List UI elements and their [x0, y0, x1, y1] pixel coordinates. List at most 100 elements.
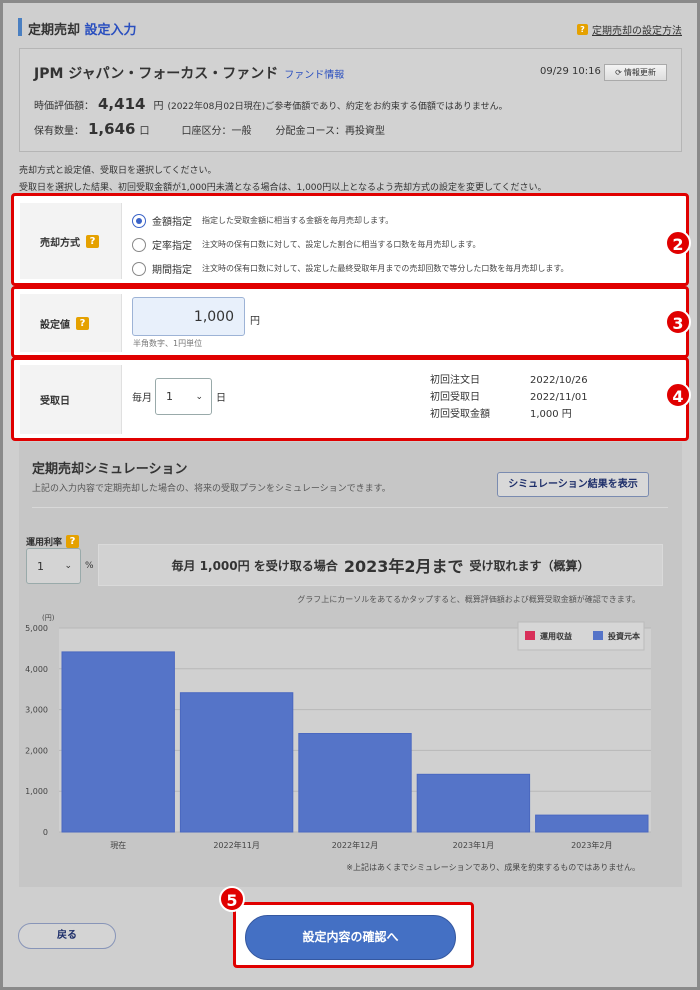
title-accent	[18, 18, 22, 36]
fund-name: JPM ジャパン・フォーカス・ファンド	[34, 66, 279, 82]
info-key: 初回注文日	[430, 375, 480, 386]
help-icon[interactable]: ?	[86, 234, 99, 248]
amount-hint: 半角数字、1円単位	[133, 339, 203, 348]
rate-value: 1	[37, 559, 44, 573]
instruction-2: 受取日を選択した結果、初回受取金額が1,000円未満となる場合は、1,000円以…	[19, 183, 547, 193]
radio-icon[interactable]	[132, 261, 146, 276]
day-unit: 日	[216, 393, 226, 404]
y-tick-label: 2,000	[25, 746, 48, 755]
step-badge-3: 3	[665, 309, 691, 335]
amount-label: 設定値	[40, 319, 70, 331]
radio-desc: 注文時の保有口数に対して、設定した最終受取年月までの売却回数で等分した口数を毎月…	[202, 264, 569, 273]
rate-unit: %	[85, 561, 94, 571]
radio-label: 定率指定	[152, 241, 192, 252]
amount-unit: 円	[250, 316, 260, 327]
help-link[interactable]: ? 定期売却の設定方法	[577, 22, 682, 37]
sale-method-label: 売却方式	[40, 237, 80, 249]
radio-rate[interactable]: 定率指定 注文時の保有口数に対して、設定した割合に相当する口数を毎月売却します。	[132, 237, 481, 252]
help-icon[interactable]: ?	[66, 535, 80, 548]
page-title: 定期売却 設定入力	[28, 19, 137, 38]
bar-投資元本	[298, 733, 412, 833]
step-badge-5: 5	[219, 886, 245, 912]
receive-date-label: 受取日	[40, 396, 70, 407]
info-key: 初回受取金額	[430, 409, 490, 420]
value-label: 時価評価額：	[34, 101, 94, 112]
day-value: 1	[166, 390, 173, 403]
chevron-down-icon: ⌄	[64, 561, 72, 571]
account-type: 口座区分：一般	[181, 126, 252, 137]
page-subtitle: 設定入力	[84, 23, 137, 38]
page-title-main: 定期売却	[28, 23, 81, 38]
amount-input[interactable]: 1,000	[132, 297, 245, 336]
dividend-course: 分配金コース：再投資型	[275, 126, 385, 137]
x-tick-label: 現在	[110, 840, 126, 850]
radio-label: 金額指定	[152, 217, 192, 228]
value-unit: 円	[153, 101, 164, 112]
radio-icon[interactable]	[132, 237, 146, 252]
radio-icon-selected[interactable]	[132, 213, 146, 228]
timestamp: 09/29 10:16	[540, 66, 601, 77]
x-tick-label: 2022年12月	[332, 840, 379, 850]
x-tick-label: 2022年11月	[213, 840, 260, 850]
holding-qty: 1,646	[88, 120, 136, 138]
rate-label: 運用利率	[26, 538, 63, 548]
x-tick-label: 2023年1月	[453, 840, 494, 850]
bar-投資元本	[179, 692, 294, 833]
radio-desc: 注文時の保有口数に対して、設定した割合に相当する口数を毎月売却します。	[202, 240, 481, 249]
rate-select[interactable]: 1 ⌄	[26, 548, 81, 584]
bar-投資元本	[61, 651, 175, 833]
result-prefix: 毎月 1,000円 を受け取る場合	[171, 558, 338, 573]
radio-label: 期間指定	[152, 265, 192, 276]
holding-unit: 口	[139, 126, 150, 137]
divider	[32, 507, 668, 508]
market-value: 4,414	[98, 95, 146, 113]
radio-period[interactable]: 期間指定 注文時の保有口数に対して、設定した最終受取年月までの売却回数で等分した口…	[132, 261, 569, 276]
simulation-title: 定期売却シミュレーション	[32, 462, 188, 477]
back-button[interactable]: 戻る	[18, 923, 116, 949]
disclaimer: ※上記はあくまでシミュレーションであり、成果を約束するものではありません。	[346, 863, 640, 872]
chevron-down-icon: ⌄	[195, 391, 203, 402]
y-tick-label: 5,000	[25, 624, 48, 633]
radio-desc: 指定した受取金額に相当する金額を毎月売却します。	[202, 216, 394, 225]
radio-amount[interactable]: 金額指定 指定した受取金額に相当する金額を毎月売却します。	[132, 213, 393, 228]
info-value: 2022/10/26	[530, 375, 588, 386]
every-month-label: 毎月	[132, 393, 152, 404]
bar-投資元本	[416, 773, 531, 833]
first-receive-info: 初回注文日 2022/10/26 初回受取日 2022/11/01 初回受取金額 1,…	[430, 372, 588, 423]
amount-section: 設定値?	[11, 286, 689, 358]
result-end-date: 2023年2月まで	[343, 557, 464, 576]
holding-label: 保有数量：	[34, 126, 84, 137]
y-unit-label: (円)	[42, 614, 55, 622]
fund-info-link[interactable]: ファンド情報	[284, 66, 344, 81]
legend-label: 運用収益	[540, 631, 572, 641]
instruction-1: 売却方式と設定値、受取日を選択してください。	[19, 166, 217, 176]
y-tick-label: 4,000	[25, 665, 48, 674]
info-value: 2022/11/01	[530, 392, 588, 403]
day-select[interactable]: 1 ⌄	[155, 378, 212, 415]
x-tick-label: 2023年2月	[571, 840, 612, 850]
result-suffix: 受け取れます（概算）	[469, 558, 590, 573]
bar-投資元本	[535, 814, 649, 833]
refresh-button[interactable]: ⟳ 情報更新	[604, 64, 667, 81]
y-tick-label: 1,000	[25, 787, 48, 796]
show-simulation-button[interactable]: シミュレーション結果を表示	[497, 472, 649, 497]
refresh-icon: ⟳	[615, 68, 622, 77]
legend-swatch	[525, 631, 535, 640]
simulation-result: 毎月 1,000円 を受け取る場合 2023年2月まで 受け取れます（概算）	[98, 544, 663, 586]
y-tick-label: 3,000	[25, 706, 48, 715]
confirm-button[interactable]: 設定内容の確認へ	[245, 915, 456, 960]
info-key: 初回受取日	[430, 392, 480, 403]
y-tick-label: 0	[43, 828, 48, 837]
step-badge-4: 4	[665, 382, 691, 408]
step-badge-2: 2	[665, 230, 691, 256]
legend-label: 投資元本	[608, 631, 640, 641]
legend-swatch	[593, 631, 603, 640]
help-icon[interactable]: ?	[76, 316, 89, 330]
simulation-chart[interactable]: 0 1,000 2,000 3,000 4,000 5,000 (円) 現在 2022年11月 2…	[0, 600, 700, 880]
info-value: 1,000 円	[530, 409, 572, 420]
fund-box: JPM ジャパン・フォーカス・ファンド ファンド情報 09/29 10:16 ⟳…	[19, 48, 682, 152]
help-icon: ?	[577, 24, 588, 35]
refresh-label: 情報更新	[623, 68, 656, 77]
simulation-desc: 上記の入力内容で定期売却した場合の、将来の受取プランをシミュレーションできます。	[32, 484, 391, 494]
value-note: (2022年08月02日現在)ご参考価額であり、約定をお約束する価額ではありませ…	[167, 102, 508, 112]
